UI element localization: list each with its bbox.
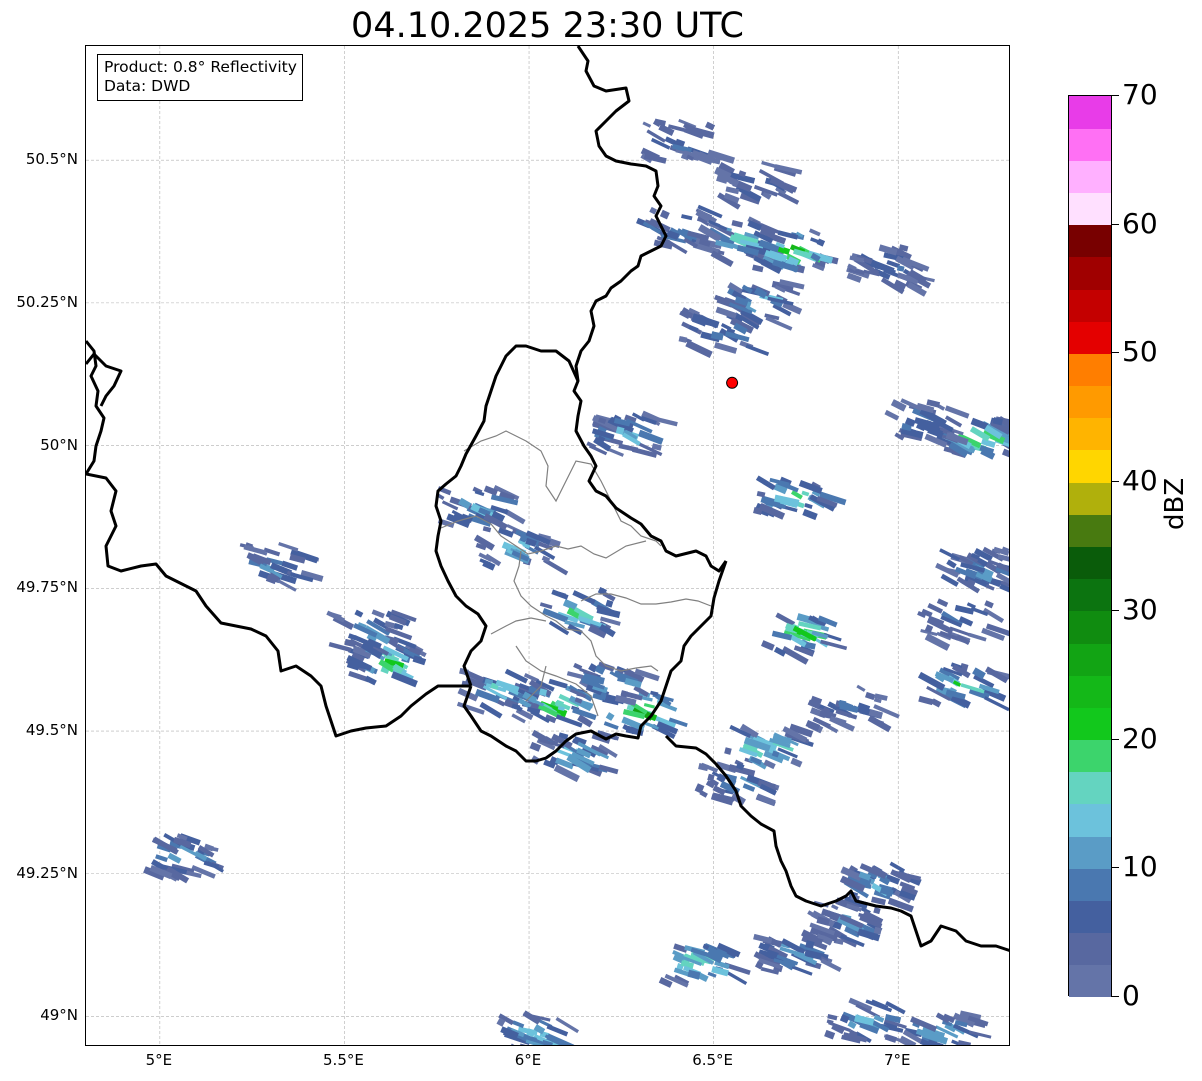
colorbar-segment xyxy=(1069,256,1111,290)
radar-site-marker[interactable] xyxy=(726,376,739,389)
lon-tick-label: 6.5°E xyxy=(692,1051,734,1069)
echo-cell xyxy=(753,475,847,521)
colorbar-segment xyxy=(1069,803,1111,837)
colorbar-segment xyxy=(1069,353,1111,387)
colorbar-segment xyxy=(1069,224,1111,258)
colorbar-tick-label: 10 xyxy=(1122,850,1158,884)
echo-cell xyxy=(760,612,848,665)
map-title: 04.10.2025 23:30 UTC xyxy=(351,6,744,46)
colorbar-segment xyxy=(1069,675,1111,708)
colorbar-segment xyxy=(1069,836,1111,869)
colorbar-segment xyxy=(1069,289,1111,322)
colorbar-tick-label: 50 xyxy=(1122,335,1158,369)
map-canvas xyxy=(86,46,1009,1045)
colorbar-segment xyxy=(1069,482,1111,515)
colorbar-segment xyxy=(1069,932,1111,966)
lat-tick-label: 50°N xyxy=(40,435,78,454)
lon-tick-label: 6°E xyxy=(514,1051,542,1069)
colorbar-tick-label: 40 xyxy=(1122,464,1158,498)
colorbar-segment xyxy=(1069,321,1111,354)
colorbar-segment xyxy=(1069,96,1111,129)
colorbar-segment xyxy=(1069,900,1111,934)
lat-tick-label: 49.5°N xyxy=(25,721,78,740)
colorbar-segment xyxy=(1069,128,1111,161)
lon-tick-label: 5°E xyxy=(145,1051,173,1069)
echo-cell xyxy=(935,416,1009,464)
echo-cell xyxy=(917,598,1009,651)
colorbar-tick-mark xyxy=(1111,352,1119,354)
echo-cell xyxy=(714,160,803,210)
colorbar-segment xyxy=(1069,546,1111,580)
colorbar-segment xyxy=(1069,771,1111,805)
lon-tick-label: 5.5°E xyxy=(323,1051,364,1069)
colorbar-segment xyxy=(1069,417,1111,451)
colorbar-tick-label: 30 xyxy=(1122,592,1158,626)
colorbar-segment xyxy=(1069,160,1111,194)
colorbar-segment xyxy=(1069,643,1111,676)
colorbar-segment xyxy=(1069,578,1111,612)
colorbar-segment xyxy=(1069,385,1111,419)
colorbar-tick-mark xyxy=(1111,996,1119,997)
colorbar-tick-label: 20 xyxy=(1122,721,1158,755)
colorbar-tick-mark xyxy=(1111,223,1119,225)
lon-tick-label: 7°E xyxy=(883,1051,911,1069)
dbz-colorbar xyxy=(1068,95,1112,998)
colorbar-tick-label: 70 xyxy=(1122,78,1158,111)
colorbar-tick-label: 60 xyxy=(1122,206,1158,240)
echo-cell xyxy=(640,118,735,165)
echo-cell xyxy=(846,244,935,297)
echo-cell xyxy=(884,398,970,448)
lat-tick-label: 49.25°N xyxy=(16,863,78,882)
colorbar-unit-label: dBZ xyxy=(1160,477,1190,530)
colorbar-tick-mark xyxy=(1111,867,1119,869)
lat-tick-label: 50.5°N xyxy=(25,150,78,169)
colorbar-segment xyxy=(1069,610,1111,644)
echo-cell xyxy=(917,662,1009,712)
colorbar-segment xyxy=(1069,514,1111,547)
lat-tick-label: 49°N xyxy=(40,1006,78,1025)
colorbar-segment xyxy=(1069,739,1111,773)
echo-cell xyxy=(935,546,1009,595)
echo-cell xyxy=(898,1010,992,1045)
colorbar-tick-mark xyxy=(1111,738,1119,740)
colorbar-tick-label: 0 xyxy=(1122,979,1140,1012)
colorbar-segment xyxy=(1069,707,1111,741)
colorbar-tick-mark xyxy=(1111,95,1119,96)
product-info-box: Product: 0.8° Reflectivity Data: DWD xyxy=(97,54,303,101)
echo-cell xyxy=(658,942,751,988)
radar-map[interactable] xyxy=(85,45,1010,1046)
colorbar-segment xyxy=(1069,964,1111,998)
colorbar-segment xyxy=(1069,449,1111,483)
echo-cell xyxy=(239,541,324,592)
echo-cell xyxy=(143,833,224,884)
echo-cell xyxy=(824,997,909,1044)
lat-tick-label: 50.25°N xyxy=(16,292,78,311)
echo-cell xyxy=(694,759,780,807)
echo-cell xyxy=(586,410,678,458)
lat-tick-label: 49.75°N xyxy=(16,578,78,597)
echo-cell xyxy=(805,684,900,734)
colorbar-tick-mark xyxy=(1111,609,1119,611)
echo-cell xyxy=(496,1010,580,1045)
echo-cell xyxy=(713,279,805,331)
colorbar-tick-mark xyxy=(1111,481,1119,483)
country-borders xyxy=(86,46,1009,952)
colorbar-segment xyxy=(1069,192,1111,226)
colorbar-segment xyxy=(1069,868,1111,901)
product-label: Product: 0.8° Reflectivity xyxy=(104,58,297,76)
data-source-label: Data: DWD xyxy=(104,77,191,95)
